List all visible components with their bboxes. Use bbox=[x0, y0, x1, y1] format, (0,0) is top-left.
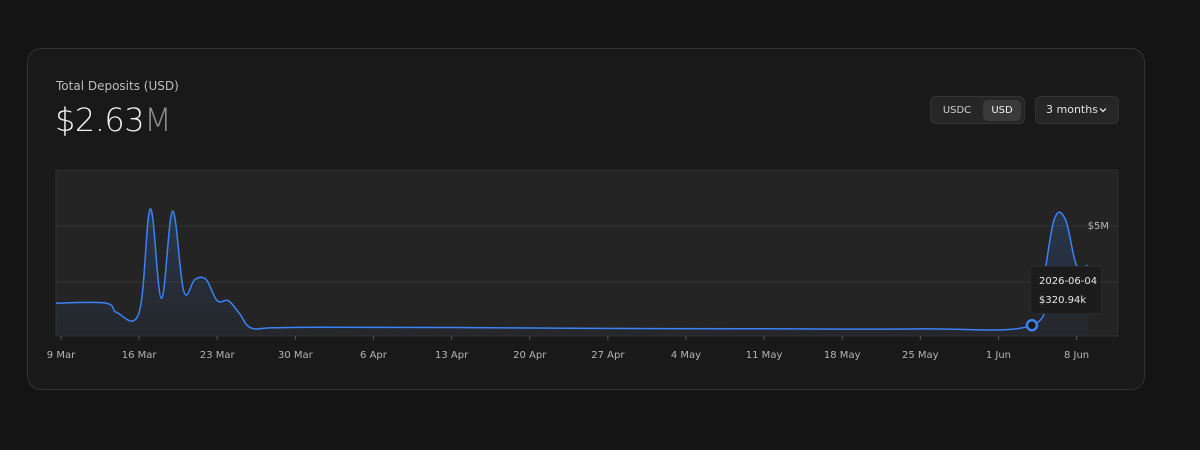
x-tick-label: 9 Mar bbox=[47, 350, 76, 361]
x-tick-label: 1 Jun bbox=[986, 350, 1011, 361]
y-tick-label: $5M bbox=[1088, 221, 1109, 232]
x-tick-label: 8 Jun bbox=[1064, 350, 1089, 361]
tooltip: 2026-06-04 $320.94k bbox=[1030, 266, 1102, 314]
x-tick-label: 13 Apr bbox=[435, 350, 469, 361]
x-tick-label: 20 Apr bbox=[513, 350, 547, 361]
hover-point[interactable] bbox=[1025, 318, 1039, 332]
x-tick-label: 27 Apr bbox=[591, 350, 625, 361]
x-tick-label: 6 Apr bbox=[360, 350, 388, 361]
x-tick-label: 18 May bbox=[824, 350, 861, 361]
tooltip-date: 2026-06-04 bbox=[1039, 276, 1098, 287]
x-tick-label: 11 May bbox=[746, 350, 783, 361]
x-tick-label: 4 May bbox=[671, 350, 701, 361]
x-tick-label: 30 Mar bbox=[278, 350, 314, 361]
tooltip-value: $320.94k bbox=[1039, 295, 1087, 306]
x-tick-label: 16 Mar bbox=[122, 350, 158, 361]
x-tick-label: 23 Mar bbox=[200, 350, 236, 361]
x-tick-label: 25 May bbox=[902, 350, 939, 361]
deposits-chart: 9 Mar 16 Mar 23 Mar 30 Mar 6 Apr 13 Apr 20 Apr… bbox=[47, 169, 1119, 361]
